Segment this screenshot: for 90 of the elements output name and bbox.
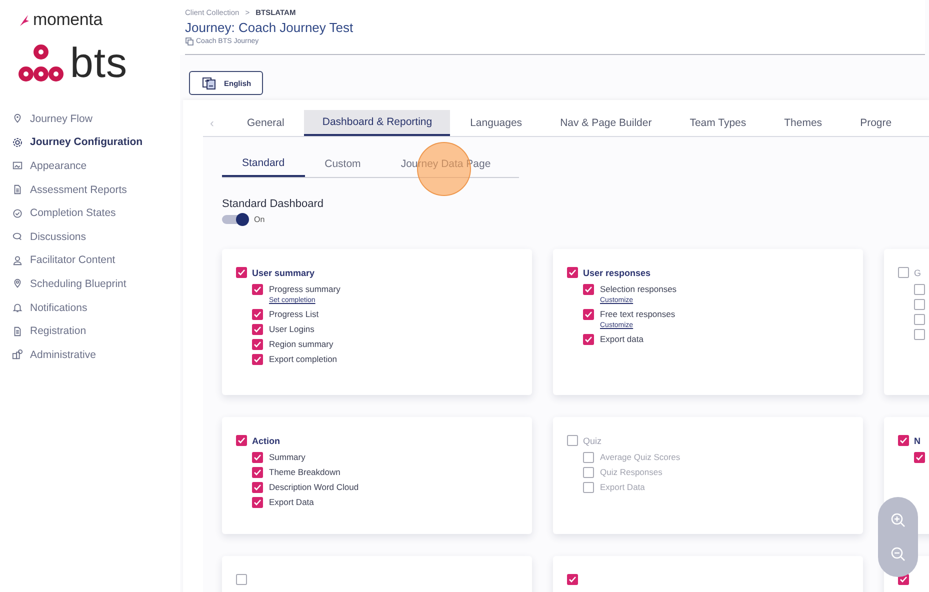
option-label: Free text responses [600, 309, 676, 320]
tab[interactable]: General [229, 110, 302, 136]
sidebar-item[interactable]: Administrative [12, 342, 180, 367]
copy-icon [185, 37, 194, 46]
toggle-switch[interactable] [222, 215, 248, 224]
option-label: Average Quiz Scores [600, 452, 680, 463]
option-label: Selection responses [600, 284, 677, 295]
checkbox[interactable] [567, 267, 578, 278]
card-title: N [914, 436, 920, 446]
toggle-label: On [254, 215, 265, 224]
nav-icon [12, 278, 23, 290]
option-label: Region summary [269, 339, 334, 350]
brand-wordmark: momenta [33, 10, 102, 30]
sidebar-item[interactable]: Journey Flow [12, 107, 180, 131]
nav-icon [12, 208, 23, 219]
sidebar-item[interactable]: Journey Configuration [12, 130, 180, 154]
checkbox[interactable] [252, 452, 263, 463]
nav-icon [12, 231, 23, 242]
option-label: Progress summary [269, 284, 340, 295]
option-label: Export Data [269, 497, 314, 508]
sidebar-item[interactable]: Appearance [12, 154, 180, 178]
tab[interactable]: Nav & Page Builder [542, 110, 670, 136]
checkbox[interactable] [252, 354, 263, 365]
checkbox[interactable] [236, 267, 247, 278]
sidebar-item[interactable]: Facilitator Content [12, 248, 180, 272]
tab[interactable]: Progre [842, 110, 910, 136]
bts-wordmark: bts [70, 43, 128, 83]
nav-icon [12, 113, 23, 124]
card-title: G [914, 268, 922, 278]
option-label: Quiz Responses [600, 467, 662, 478]
tab[interactable]: Dashboard & Reporting [304, 110, 450, 136]
card-title: Action [252, 436, 280, 446]
checkbox[interactable] [914, 329, 925, 340]
option-label: User Logins [269, 324, 314, 335]
checkbox[interactable] [252, 324, 263, 335]
checkbox[interactable] [583, 482, 594, 493]
nav-icon [12, 349, 23, 360]
checkbox[interactable] [914, 284, 925, 295]
nav-icon [12, 302, 23, 314]
sidebar-item[interactable]: Registration [12, 319, 180, 343]
nav-icon [12, 136, 23, 148]
option-label: Description Word Cloud [269, 482, 359, 493]
checkbox[interactable] [252, 339, 263, 350]
sidebar-item[interactable]: Completion States [12, 201, 180, 225]
option-label: Progress List [269, 309, 319, 320]
sidebar-item[interactable]: Scheduling Blueprint [12, 272, 180, 296]
checkbox[interactable] [252, 467, 263, 478]
checkbox[interactable] [567, 574, 578, 585]
nav-icon [12, 160, 23, 172]
checkbox[interactable] [914, 314, 925, 325]
card-title: Quiz [583, 436, 602, 446]
card-title: User responses [583, 268, 651, 278]
checkbox[interactable] [252, 482, 263, 493]
checkbox[interactable] [583, 452, 594, 463]
tab[interactable]: Team Types [672, 110, 764, 136]
checkbox[interactable] [252, 497, 263, 508]
checkbox[interactable] [583, 284, 594, 295]
nav-icon [12, 184, 23, 196]
nav-icon [12, 254, 23, 266]
nav-icon [12, 326, 23, 337]
sidebar-item[interactable]: Discussions [12, 224, 180, 249]
sidebar-item[interactable]: Notifications [12, 296, 180, 320]
checkbox[interactable] [252, 284, 263, 295]
option-label: Export completion [269, 354, 338, 365]
checkbox[interactable] [898, 435, 909, 446]
tab[interactable]: Languages [452, 110, 540, 136]
option-label: Summary [269, 452, 306, 463]
page-title: Journey: Coach Journey Test [185, 20, 354, 35]
checkbox[interactable] [583, 334, 594, 345]
language-icon [202, 76, 216, 90]
momenta-logo-icon [18, 14, 30, 26]
checkbox[interactable] [252, 309, 263, 320]
option-label: Export data [600, 334, 644, 345]
checkbox[interactable] [898, 267, 909, 278]
checkbox[interactable] [583, 467, 594, 478]
checkbox[interactable] [914, 299, 925, 310]
bts-logo-icon [18, 43, 64, 83]
checkbox[interactable] [236, 574, 247, 585]
checkbox[interactable] [914, 452, 925, 463]
sidebar-item[interactable]: Assessment Reports [12, 178, 180, 202]
tab[interactable]: Themes [766, 110, 840, 136]
subtab[interactable]: Standard [222, 151, 305, 177]
option-label: Theme Breakdown [269, 467, 340, 478]
option-label: Export Data [600, 482, 645, 493]
checkbox[interactable] [583, 309, 594, 320]
checkbox[interactable] [236, 435, 247, 446]
card-title: User summary [252, 268, 315, 278]
checkbox[interactable] [567, 435, 578, 446]
subtab[interactable]: Custom [304, 151, 381, 177]
section-title: Standard Dashboard [222, 198, 325, 210]
